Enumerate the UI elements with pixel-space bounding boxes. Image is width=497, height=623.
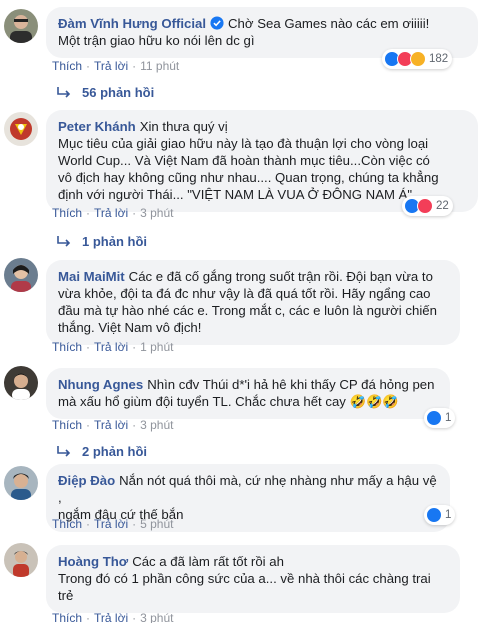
- comment-time[interactable]: 3 phút: [140, 206, 173, 220]
- comment-author[interactable]: Hoàng Thơ: [58, 554, 128, 569]
- reply-link[interactable]: Trả lời: [94, 611, 128, 623]
- separator: ·: [132, 517, 137, 531]
- like-icon: [426, 410, 442, 426]
- view-replies-link[interactable]: 2 phản hồi: [56, 444, 147, 459]
- comment-time[interactable]: 3 phút: [140, 418, 173, 432]
- comment-time[interactable]: 1 phút: [140, 340, 173, 354]
- comment-time[interactable]: 5 phút: [140, 517, 173, 531]
- like-link[interactable]: Thích: [52, 206, 82, 220]
- love-icon: [417, 198, 433, 214]
- comment-author[interactable]: Peter Khánh: [58, 119, 136, 134]
- comment-actions: Thích · Trả lời · 3 phút: [52, 418, 173, 432]
- avatar[interactable]: [4, 9, 38, 43]
- reaction-count: 22: [436, 200, 449, 212]
- replies-label: 56 phản hồi: [82, 85, 155, 100]
- separator: ·: [86, 517, 91, 531]
- comment-actions: Thích · Trả lời · 3 phút: [52, 611, 173, 623]
- replies-label: 1 phản hồi: [82, 234, 147, 249]
- reply-arrow-icon: [57, 235, 71, 247]
- avatar[interactable]: [4, 466, 38, 500]
- reaction-count: 1: [445, 509, 452, 521]
- comment-time[interactable]: 11 phút: [140, 59, 179, 73]
- comment-author[interactable]: Nhung Agnes: [58, 377, 143, 392]
- like-link[interactable]: Thích: [52, 418, 82, 432]
- replies-label: 2 phản hồi: [82, 444, 147, 459]
- reply-link[interactable]: Trả lời: [94, 340, 128, 354]
- reaction-count: 182: [429, 53, 449, 65]
- comment-author[interactable]: Điệp Đào: [58, 473, 115, 488]
- reaction-count: 1: [445, 412, 452, 424]
- reaction-summary[interactable]: 1: [424, 505, 456, 525]
- reply-arrow-icon: [57, 86, 71, 98]
- separator: ·: [86, 59, 91, 73]
- comment-author[interactable]: Đàm Vĩnh Hưng Official: [58, 16, 206, 31]
- avatar[interactable]: [4, 258, 38, 292]
- comment-time[interactable]: 3 phút: [140, 611, 173, 623]
- avatar[interactable]: [4, 543, 38, 577]
- comment-actions: Thích · Trả lời · 1 phút: [52, 340, 173, 354]
- comment-text: Nắn nót quá thôi mà, cứ nhẹ nhàng như mấ…: [58, 473, 437, 522]
- like-link[interactable]: Thích: [52, 59, 82, 73]
- verified-badge-icon: [210, 16, 224, 30]
- reaction-summary[interactable]: 22: [402, 196, 453, 216]
- reaction-summary[interactable]: 182: [382, 49, 453, 69]
- separator: ·: [132, 611, 137, 623]
- view-replies-link[interactable]: 56 phản hồi: [56, 85, 154, 100]
- reply-arrow-icon: [57, 445, 71, 457]
- haha-icon: [410, 51, 426, 67]
- avatar[interactable]: [4, 112, 38, 146]
- separator: ·: [86, 206, 91, 220]
- avatar[interactable]: [4, 366, 38, 400]
- separator: ·: [86, 418, 91, 432]
- separator: ·: [132, 418, 137, 432]
- comment-actions: Thích · Trả lời · 11 phút: [52, 59, 179, 73]
- reply-link[interactable]: Trả lời: [94, 517, 128, 531]
- separator: ·: [86, 611, 91, 623]
- like-icon: [426, 507, 442, 523]
- reaction-summary[interactable]: 1: [424, 408, 456, 428]
- like-link[interactable]: Thích: [52, 611, 82, 623]
- separator: ·: [132, 340, 137, 354]
- separator: ·: [86, 340, 91, 354]
- comment-actions: Thích · Trả lời · 5 phút: [52, 517, 173, 531]
- comment-bubble: Mai MaiMit Các e đã cố gắng trong suốt tr…: [46, 260, 460, 345]
- comment-author[interactable]: Mai MaiMit: [58, 269, 125, 284]
- comment-bubble: Hoàng Thơ Các a đã làm rất tốt rồi ah Tro…: [46, 545, 460, 613]
- comment-actions: Thích · Trả lời · 3 phút: [52, 206, 173, 220]
- like-link[interactable]: Thích: [52, 340, 82, 354]
- like-link[interactable]: Thích: [52, 517, 82, 531]
- view-replies-link[interactable]: 1 phản hồi: [56, 234, 147, 249]
- reply-link[interactable]: Trả lời: [94, 206, 128, 220]
- reply-link[interactable]: Trả lời: [94, 59, 128, 73]
- separator: ·: [132, 59, 137, 73]
- comment-bubble: Nhung Agnes Nhìn cđv Thúi d*'i hả hê khi …: [46, 368, 450, 419]
- reply-link[interactable]: Trả lời: [94, 418, 128, 432]
- separator: ·: [132, 206, 137, 220]
